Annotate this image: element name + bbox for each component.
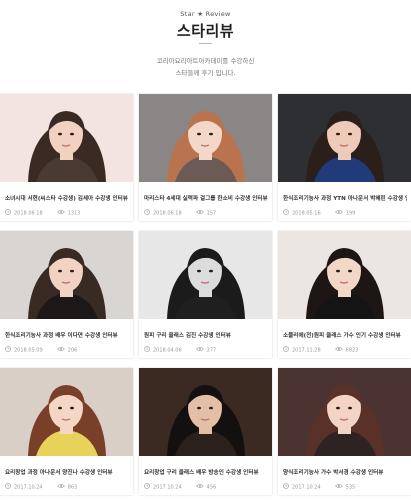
eye-icon xyxy=(195,209,204,217)
review-card[interactable]: 소녀시대 서현(씨스타 수강생) 김세아 수강생 인터뷰 2018.06.18 13… xyxy=(0,94,133,221)
review-title[interactable]: 소녀시대 서현(씨스타 수강생) 김세아 수강생 인터뷰 xyxy=(5,194,129,202)
review-meta: 2018.05.09 206 xyxy=(5,346,129,354)
review-photo[interactable] xyxy=(278,231,411,319)
review-views: 377 xyxy=(206,347,217,354)
review-views: 157 xyxy=(206,210,217,217)
review-date: 2017.10.24 xyxy=(14,484,43,491)
page-title: 스타리뷰 xyxy=(176,22,235,40)
review-date: 2018.06.18 xyxy=(153,210,182,217)
title-divider xyxy=(199,43,212,44)
review-views: 456 xyxy=(206,484,217,491)
review-meta: 2017.10.24 863 xyxy=(5,483,129,491)
review-views: 6823 xyxy=(345,347,359,354)
review-card[interactable]: 양식조리기능사 가수 박서경 수강생 인터뷰 2017.10.24 535 xyxy=(278,368,411,495)
review-title[interactable]: 마리스타 4세대 실력파 걸그룹 한소비 수강생 인터뷰 xyxy=(144,194,268,202)
review-title[interactable]: 소믈리에(전)원피 클래스 가수 인기 수강생 인터뷰 xyxy=(283,331,407,339)
review-meta: 2018.05.16 199 xyxy=(283,209,407,217)
review-card[interactable]: 요리창업 구리 클래스 배우 방송인 수강생 인터뷰 2017.10.24 456 xyxy=(139,368,272,495)
review-date: 2017.10.24 xyxy=(153,484,182,491)
clock-icon xyxy=(283,209,289,217)
clock-icon xyxy=(144,346,150,354)
review-meta: 2018.06.18 157 xyxy=(144,209,268,217)
review-date: 2018.04.06 xyxy=(153,347,182,354)
review-card[interactable]: 한식조리기능사 과정 YTN 아나운서 박혜린 수강생 인터뷰 2018.05.1… xyxy=(278,94,411,221)
review-meta: 2017.10.24 535 xyxy=(283,483,407,491)
review-title[interactable]: 요리창업 과정 아나운서 양진나 수강생 인터뷰 xyxy=(5,468,129,476)
review-photo[interactable] xyxy=(0,231,133,319)
review-meta: 2017.10.24 456 xyxy=(144,483,268,491)
eye-icon xyxy=(334,209,343,217)
review-title[interactable]: 한식조리기능사 과정 배우 이다연 수강생 인터뷰 xyxy=(5,331,129,339)
review-photo[interactable] xyxy=(139,231,272,319)
clock-icon xyxy=(5,209,11,217)
eye-icon xyxy=(334,483,343,491)
review-photo[interactable] xyxy=(139,94,272,182)
review-views: 206 xyxy=(67,347,78,354)
eye-icon xyxy=(334,346,343,354)
review-photo[interactable] xyxy=(278,94,411,182)
review-card[interactable]: 소믈리에(전)원피 클래스 가수 인기 수강생 인터뷰 2017.11.28 682… xyxy=(278,231,411,358)
review-card[interactable]: 한식조리기능사 과정 배우 이다연 수강생 인터뷰 2018.05.09 206 xyxy=(0,231,133,358)
review-photo[interactable] xyxy=(0,368,133,456)
review-photo[interactable] xyxy=(0,94,133,182)
review-title[interactable]: 원피 구리 클래스 김진 수강생 인터뷰 xyxy=(144,331,268,339)
page-header: Star ★ Review 스타리뷰 코리아요리아트아카데미를 수강하신 스타들… xyxy=(0,0,411,90)
section-eyebrow: Star ★ Review xyxy=(180,10,231,18)
review-date: 2018.05.09 xyxy=(14,347,43,354)
clock-icon xyxy=(144,483,150,491)
review-date: 2017.11.28 xyxy=(292,347,321,354)
review-views: 1313 xyxy=(67,210,81,217)
intro-text-line-1: 코리아요리아트아카데미를 수강하신 xyxy=(156,57,255,65)
clock-icon xyxy=(283,483,289,491)
review-title[interactable]: 요리창업 구리 클래스 배우 방송인 수강생 인터뷰 xyxy=(144,468,268,476)
eye-icon xyxy=(56,483,65,491)
review-date: 2018.05.16 xyxy=(292,210,321,217)
intro-text-line-2: 스타들께 후기 입니다. xyxy=(175,69,236,77)
review-card[interactable]: 마리스타 4세대 실력파 걸그룹 한소비 수강생 인터뷰 2018.06.18 15… xyxy=(139,94,272,221)
review-date: 2018.06.18 xyxy=(14,210,43,217)
eye-icon xyxy=(56,209,65,217)
review-meta: 2018.04.06 377 xyxy=(144,346,268,354)
review-date: 2017.10.24 xyxy=(292,484,321,491)
clock-icon xyxy=(5,483,11,491)
review-card[interactable]: 원피 구리 클래스 김진 수강생 인터뷰 2018.04.06 377 xyxy=(139,231,272,358)
review-photo[interactable] xyxy=(139,368,272,456)
review-meta: 2017.11.28 6823 xyxy=(283,346,407,354)
eye-icon xyxy=(195,483,204,491)
review-views: 199 xyxy=(345,210,356,217)
review-title[interactable]: 한식조리기능사 과정 YTN 아나운서 박혜린 수강생 인터뷰 xyxy=(283,194,407,202)
review-views: 863 xyxy=(67,484,78,491)
review-title[interactable]: 양식조리기능사 가수 박서경 수강생 인터뷰 xyxy=(283,468,407,476)
eye-icon xyxy=(195,346,204,354)
clock-icon xyxy=(283,346,289,354)
clock-icon xyxy=(144,209,150,217)
review-photo[interactable] xyxy=(278,368,411,456)
review-meta: 2018.06.18 1313 xyxy=(5,209,129,217)
eye-icon xyxy=(56,346,65,354)
review-views: 535 xyxy=(345,484,356,491)
review-card[interactable]: 요리창업 과정 아나운서 양진나 수강생 인터뷰 2017.10.24 863 xyxy=(0,368,133,495)
clock-icon xyxy=(5,346,11,354)
